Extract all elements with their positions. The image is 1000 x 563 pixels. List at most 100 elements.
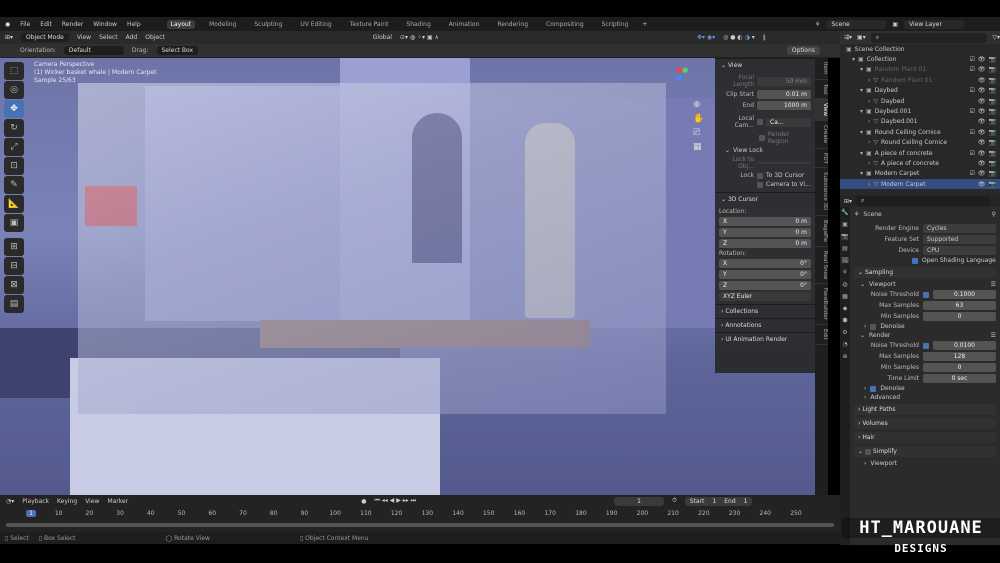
filter-view-icon[interactable]: ▣▾ <box>857 34 866 41</box>
visibility-toggles[interactable]: 👁 📷 <box>978 98 1000 105</box>
expand-arrow-icon[interactable]: ▾ <box>860 170 863 177</box>
camera-icon[interactable]: 📷 <box>989 56 996 63</box>
eye-icon[interactable]: 👁 <box>978 66 986 73</box>
outliner-item[interactable]: ▾ ▣ A piece of concrete ☑ 👁 📷 <box>840 148 1000 158</box>
outliner-item[interactable]: › ▽ Daybed.001 👁 📷 <box>840 117 1000 127</box>
rotation-mode-dropdown[interactable]: XYZ Euler <box>719 292 811 301</box>
location-y-field[interactable]: Y 0 m <box>719 228 811 237</box>
camera-icon[interactable]: 📷 <box>989 170 996 177</box>
visibility-toggles[interactable]: ☑ 👁 📷 <box>970 129 1000 136</box>
tab-texture-paint[interactable]: Texture Paint <box>346 20 393 29</box>
visibility-toggles[interactable]: 👁 📷 <box>978 118 1000 125</box>
render-engine-dropdown[interactable]: Cycles <box>923 224 996 233</box>
eye-icon[interactable]: 👁 <box>978 108 986 115</box>
location-z-field[interactable]: Z 0 m <box>719 239 811 248</box>
eye-icon[interactable]: 👁 <box>978 150 986 157</box>
scale-tool-icon[interactable]: ⤢ <box>4 138 24 156</box>
eye-icon[interactable]: 👁 <box>978 87 986 94</box>
tab-sculpting[interactable]: Sculpting <box>250 20 286 29</box>
expand-arrow-icon[interactable]: ▾ <box>860 87 863 94</box>
add-cube-tool-icon[interactable]: ▣ <box>4 214 24 232</box>
exclude-checkbox-icon[interactable]: ☑ <box>970 150 975 157</box>
menu-edit[interactable]: Edit <box>40 21 52 28</box>
visibility-toggles[interactable]: ☑ 👁 📷 <box>970 108 1000 115</box>
render-subpanel[interactable]: ⌄ Render ☰ <box>854 332 996 339</box>
r-noise-field[interactable]: 0.0100 <box>933 341 996 350</box>
camera-icon[interactable]: 📷 <box>989 98 996 105</box>
sampling-panel[interactable]: ⌄ Sampling <box>854 267 996 278</box>
feature-set-dropdown[interactable]: Supported <box>923 235 996 244</box>
outliner-item[interactable]: › ▽ Random Plant 01 👁 📷 <box>840 75 1000 85</box>
record-button[interactable]: ● <box>361 498 366 505</box>
visibility-toggles[interactable]: ☑ 👁 📷 <box>970 87 1000 94</box>
rotate-tool-icon[interactable]: ↻ <box>4 119 24 137</box>
menu-object[interactable]: Object <box>145 34 165 41</box>
exclude-checkbox-icon[interactable]: ☑ <box>970 66 975 73</box>
filter-icon[interactable]: ▽▾ <box>992 34 1000 41</box>
start-field[interactable]: 1 <box>712 498 716 505</box>
clip-start-field[interactable]: 0.01 m <box>757 90 811 99</box>
tab-scripting[interactable]: Scripting <box>598 20 633 29</box>
outliner-search[interactable]: ⌕ <box>870 32 988 43</box>
sidebar-tab-view[interactable]: View <box>815 99 828 122</box>
clip-end-field[interactable]: 1000 m <box>757 101 811 110</box>
eye-icon[interactable]: 👁 <box>978 139 986 146</box>
r-min-field[interactable]: 0 <box>923 363 996 372</box>
timeline-view-menu[interactable]: View <box>85 498 99 505</box>
camera-icon[interactable]: 📷 <box>989 150 996 157</box>
timeline-scrollbar[interactable] <box>6 523 834 527</box>
menu-window[interactable]: Window <box>93 21 117 28</box>
expand-arrow-icon[interactable]: ▾ <box>860 129 863 136</box>
orientation-dropdown[interactable]: Default <box>63 46 124 55</box>
tab-animation[interactable]: Animation <box>445 20 484 29</box>
visibility-toggles[interactable]: 👁 📷 <box>978 181 1000 188</box>
camera-icon[interactable]: 📷 <box>989 108 996 115</box>
camera-icon[interactable]: 📷 <box>989 87 996 94</box>
tab-layout[interactable]: Layout <box>166 19 196 29</box>
advanced-subpanel[interactable]: › Advanced <box>854 394 996 401</box>
eye-icon[interactable]: 👁 <box>978 181 986 188</box>
focal-length-field[interactable]: 50 mm <box>757 76 811 86</box>
end-field[interactable]: 1 <box>744 498 748 505</box>
visibility-toggles[interactable]: ☑ 👁 📷 <box>970 66 1000 73</box>
r-max-field[interactable]: 128 <box>923 352 996 361</box>
simplify-panel[interactable]: ⌄ Simplify <box>854 446 996 457</box>
view-layer-field[interactable]: View Layer <box>904 19 965 29</box>
light-paths-panel[interactable]: › Light Paths <box>854 404 996 415</box>
expand-arrow-icon[interactable]: › <box>868 181 870 188</box>
shading-mode-icons[interactable]: ◎ ● ◐ ◑ ▾ <box>723 34 755 41</box>
visibility-toggles[interactable]: ☑ 👁 📷 <box>970 150 1000 157</box>
menu-view[interactable]: View <box>77 34 91 41</box>
visibility-toggles[interactable]: 👁 📷 <box>978 160 1000 167</box>
collections-section[interactable]: › Collections <box>715 304 815 318</box>
eye-icon[interactable]: 👁 <box>978 77 986 84</box>
3d-viewport[interactable]: Camera Perspective (1) Wicker basket wha… <box>0 58 815 495</box>
pause-render-icon[interactable]: ∥ <box>763 34 766 41</box>
visibility-toggles[interactable]: ☑ 👁 📷 <box>970 170 1000 177</box>
current-frame-field[interactable]: 1 <box>614 496 665 506</box>
outliner-item[interactable]: ▾ ▣ Random Plant 01 ☑ 👁 📷 <box>840 65 1000 75</box>
eye-icon[interactable]: 👁 <box>978 170 986 177</box>
eye-icon[interactable]: 👁 <box>978 160 986 167</box>
options-button[interactable]: Options <box>786 46 820 55</box>
vp-max-field[interactable]: 63 <box>923 301 996 310</box>
preview-range-icon[interactable]: ⏱ <box>672 497 677 505</box>
menu-render[interactable]: Render <box>62 21 83 28</box>
exclude-checkbox-icon[interactable]: ☑ <box>970 170 975 177</box>
camera-icon[interactable]: 📷 <box>989 129 996 136</box>
eye-icon[interactable]: 👁 <box>978 118 986 125</box>
measure-tool-icon[interactable]: 📐 <box>4 195 24 213</box>
addon-tool-icon-2[interactable]: ⊟ <box>4 257 24 275</box>
gizmo-icons[interactable]: ✥▾ ◉▾ <box>697 34 715 41</box>
expand-arrow-icon[interactable]: ▾ <box>860 66 863 73</box>
camera-icon[interactable]: 📷 <box>989 181 996 188</box>
editor-type-icon[interactable]: ⊞▾ <box>844 198 852 205</box>
eye-icon[interactable]: 👁 <box>978 129 986 136</box>
keying-menu[interactable]: Keying <box>57 498 77 505</box>
editor-type-icon[interactable]: ⊞▾ <box>5 34 13 41</box>
camera-icon[interactable]: 📷 <box>989 139 996 146</box>
sidebar-tab-facebuilder[interactable]: FaceBuilder <box>815 284 828 326</box>
snap-icon[interactable]: ⊙▾ ◍ ⁘▾ ▣ ∧ <box>400 34 439 41</box>
expand-arrow-icon[interactable]: › <box>868 118 870 125</box>
mode-dropdown[interactable]: Object Mode <box>21 33 69 42</box>
